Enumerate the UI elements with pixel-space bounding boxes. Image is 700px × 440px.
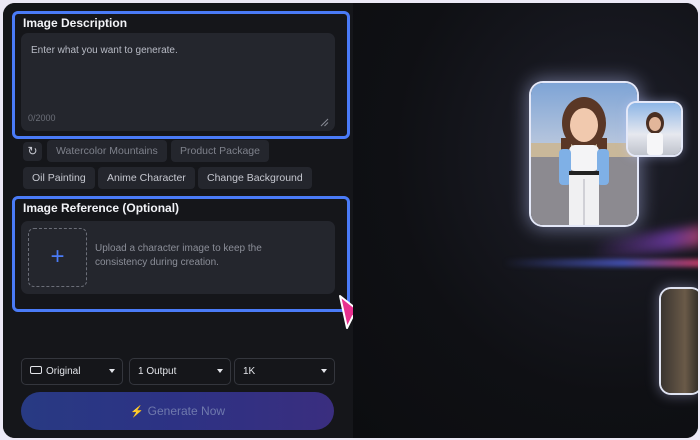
image-description-title: Image Description xyxy=(23,16,128,30)
lightning-icon: ⚡ xyxy=(129,406,144,418)
generate-label: Generate Now xyxy=(147,404,226,418)
reference-photo-thumbnail xyxy=(628,103,681,155)
chip-anime-character[interactable]: Anime Character xyxy=(98,167,195,189)
image-description-section: Image Description Enter what you want to… xyxy=(12,11,350,139)
plus-icon[interactable]: + xyxy=(28,228,87,287)
preview-area xyxy=(353,3,698,438)
prompt-textarea[interactable]: Enter what you want to generate. 0/2000 xyxy=(21,33,335,131)
anime-character-preview xyxy=(531,83,637,225)
street-scene-preview xyxy=(661,289,698,393)
image-reference-title: Image Reference (Optional) xyxy=(23,201,180,215)
outputs-select[interactable]: 1 Output xyxy=(129,358,231,385)
aspect-select[interactable]: Original xyxy=(21,358,123,385)
control-panel: Image Description Enter what you want to… xyxy=(3,3,365,438)
aspect-value: Original xyxy=(46,366,81,377)
resolution-value: 1K xyxy=(243,366,256,377)
light-streak xyxy=(503,259,698,267)
chevron-down-icon xyxy=(109,369,115,373)
chevron-down-icon xyxy=(217,369,223,373)
upload-area[interactable]: + Upload a character image to keep the c… xyxy=(21,221,335,294)
image-reference-section: Image Reference (Optional) + Upload a ch… xyxy=(12,196,350,312)
refresh-icon[interactable]: ↻ xyxy=(23,142,42,161)
resize-handle-icon[interactable] xyxy=(320,118,329,127)
prompt-placeholder: Enter what you want to generate. xyxy=(31,45,178,56)
outputs-value: 1 Output xyxy=(138,366,177,377)
chip-watercolor-mountains[interactable]: Watercolor Mountains xyxy=(47,140,167,162)
chip-product-package[interactable]: Product Package xyxy=(171,140,269,162)
char-counter: 0/2000 xyxy=(28,113,56,123)
light-streak xyxy=(593,225,698,261)
app-window: Image Description Enter what you want to… xyxy=(3,3,698,438)
chip-change-background[interactable]: Change Background xyxy=(198,167,312,189)
chevron-down-icon xyxy=(321,369,327,373)
resolution-select[interactable]: 1K xyxy=(234,358,335,385)
generate-button[interactable]: ⚡ Generate Now xyxy=(21,392,334,430)
chip-oil-painting[interactable]: Oil Painting xyxy=(23,167,95,189)
upload-hint: Upload a character image to keep the con… xyxy=(95,243,262,268)
frame-icon xyxy=(30,366,42,375)
